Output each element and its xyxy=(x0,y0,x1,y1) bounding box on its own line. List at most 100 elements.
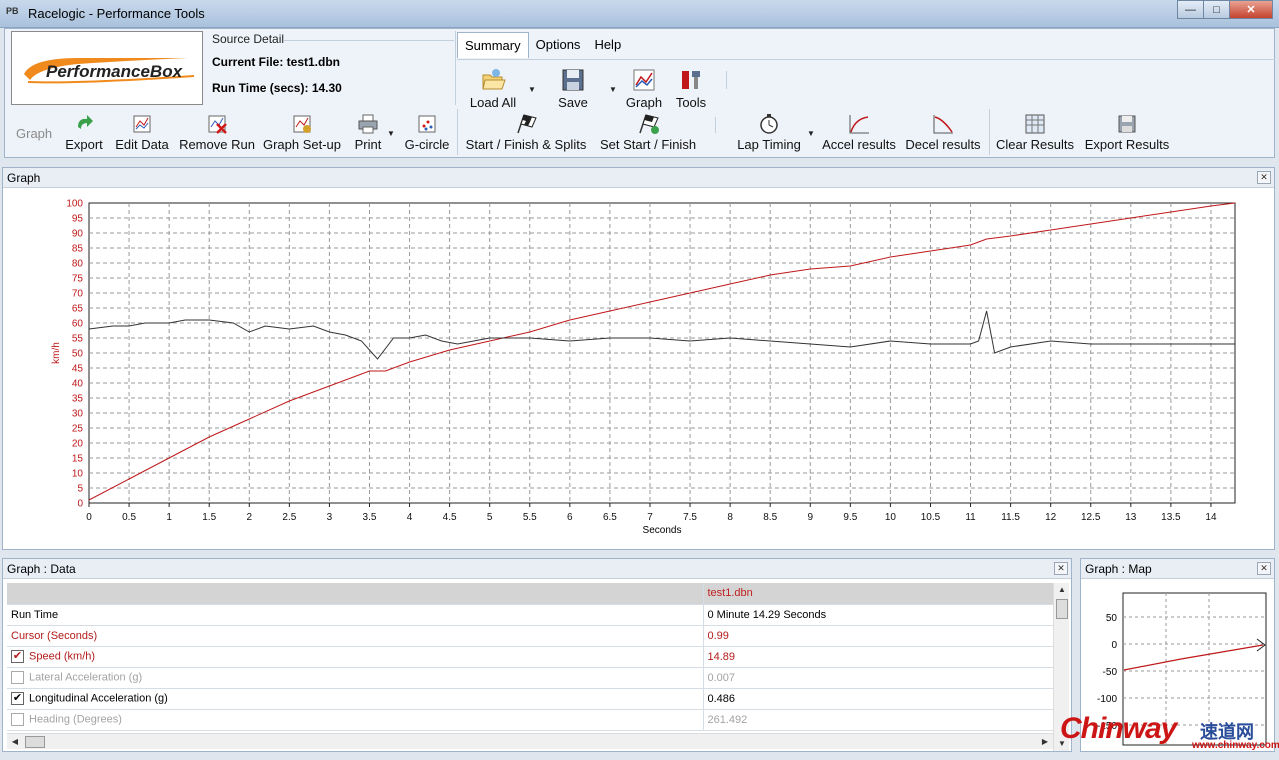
remove-run-button[interactable]: Remove Run xyxy=(177,113,257,152)
tab-help[interactable]: Help xyxy=(587,32,628,58)
checkbox-heading[interactable] xyxy=(11,713,24,726)
x-tick-label: 0 xyxy=(86,512,92,523)
edit-data-icon xyxy=(133,115,151,133)
g-circle-button[interactable]: G-circle xyxy=(401,113,453,152)
export-button[interactable]: Export xyxy=(61,113,107,152)
print-button[interactable]: Print xyxy=(349,113,387,152)
checkbox-speed[interactable]: ✔ xyxy=(11,650,24,663)
scroll-thumb[interactable] xyxy=(25,736,45,748)
load-all-button[interactable]: Load All xyxy=(465,67,521,110)
x-tick-label: 7.5 xyxy=(683,512,697,523)
tab-summary[interactable]: Summary xyxy=(457,32,529,58)
data-panel-title: Graph : Data xyxy=(7,562,76,576)
table-row[interactable]: Run Time 0 Minute 14.29 Seconds xyxy=(7,604,1053,626)
map-y-tick: -50 xyxy=(1103,667,1118,678)
y-tick-label: 80 xyxy=(72,259,84,270)
clear-results-button[interactable]: Clear Results xyxy=(995,113,1075,152)
divider xyxy=(726,71,727,89)
x-tick-label: 13 xyxy=(1125,512,1137,523)
x-tick-label: 11 xyxy=(965,512,976,523)
floppy-disk-icon xyxy=(562,69,584,91)
x-tick-label: 8 xyxy=(727,512,733,523)
data-panel-header: Graph : Data ✕ xyxy=(3,559,1071,579)
table-row[interactable]: Cursor (Seconds) 0.99 xyxy=(7,625,1053,647)
graph-group-label: Graph xyxy=(16,126,53,141)
table-header-row: test1.dbn xyxy=(7,583,1053,605)
scroll-right-icon[interactable]: ▶ xyxy=(1037,734,1053,750)
table-row[interactable]: ✔ Longitudinal Acceleration (g) 0.486 xyxy=(7,688,1053,710)
export-arrow-icon xyxy=(78,115,93,129)
app-icon: PB xyxy=(6,6,19,16)
clear-results-icon xyxy=(1025,114,1045,134)
x-tick-label: 3.5 xyxy=(363,512,377,523)
y-tick-label: 10 xyxy=(72,469,84,480)
checkbox-lateral-acceleration[interactable] xyxy=(11,671,24,684)
divider xyxy=(457,59,1275,60)
x-tick-label: 4.5 xyxy=(443,512,457,523)
export-results-label: Export Results xyxy=(1084,137,1170,152)
row-name: Longitudinal Acceleration (g) xyxy=(29,692,168,705)
tools-button[interactable]: Tools xyxy=(670,67,712,110)
graph-panel: Graph ✕ 0 5 10 15 20 25 30 35 40 45 50 55 60 65 70 75 80… xyxy=(2,167,1275,550)
y-tick-label: 0 xyxy=(77,499,83,510)
graph-label: Graph xyxy=(625,95,663,110)
divider xyxy=(457,109,458,155)
x-tick-label: 8.5 xyxy=(763,512,777,523)
dropdown-arrow-icon[interactable]: ▼ xyxy=(807,129,815,138)
scroll-left-icon[interactable]: ◀ xyxy=(7,734,23,750)
x-tick-label: 5 xyxy=(487,512,493,523)
graph-button[interactable]: Graph xyxy=(623,67,665,110)
accel-results-button[interactable]: Accel results xyxy=(819,113,899,152)
data-panel-close-button[interactable]: ✕ xyxy=(1054,562,1068,575)
export-results-button[interactable]: Export Results xyxy=(1081,113,1173,152)
scroll-thumb[interactable] xyxy=(1056,599,1068,619)
checkbox-longitudinal-acceleration[interactable]: ✔ xyxy=(11,692,24,705)
dropdown-arrow-icon[interactable]: ▼ xyxy=(609,85,617,94)
run-time-label: Run Time (secs): xyxy=(212,81,312,95)
set-start-finish-button[interactable]: Set Start / Finish xyxy=(595,113,701,152)
start-finish-splits-button[interactable]: Start / Finish & Splits xyxy=(463,113,589,152)
y-tick-label: 25 xyxy=(72,424,84,435)
save-button[interactable]: Save xyxy=(552,67,594,110)
x-tick-label: 4 xyxy=(407,512,413,523)
decel-results-button[interactable]: Decel results xyxy=(903,113,983,152)
data-table: test1.dbn Run Time 0 Minute 14.29 Second… xyxy=(7,583,1053,731)
tab-options[interactable]: Options xyxy=(529,32,588,58)
lap-timing-button[interactable]: Lap Timing xyxy=(731,113,807,152)
graph-setup-button[interactable]: Graph Set-up xyxy=(261,113,343,152)
y-tick-label: 100 xyxy=(66,199,83,210)
y-tick-label: 45 xyxy=(72,364,84,375)
maximize-button[interactable]: □ xyxy=(1203,0,1230,19)
table-row[interactable]: ✔ Speed (km/h) 14.89 xyxy=(7,646,1053,668)
y-tick-label: 15 xyxy=(72,454,84,465)
row-name: Heading (Degrees) xyxy=(29,713,122,726)
horizontal-scrollbar[interactable]: ◀ ▶ xyxy=(7,733,1053,749)
map-panel-close-button[interactable]: ✕ xyxy=(1257,562,1271,575)
row-value: 0.486 xyxy=(703,688,1053,710)
y-tick-label: 5 xyxy=(77,484,83,495)
scroll-up-icon[interactable]: ▲ xyxy=(1054,583,1070,597)
data-panel: Graph : Data ✕ test1.dbn Run Time 0 Minu… xyxy=(2,558,1072,752)
table-row[interactable]: Lateral Acceleration (g) 0.007 xyxy=(7,667,1053,689)
title-bar: PB Racelogic - Performance Tools — □ ✕ xyxy=(0,0,1279,28)
row-name-cell: ✔ Speed (km/h) xyxy=(7,646,704,668)
row-name: Speed (km/h) xyxy=(29,650,96,663)
dropdown-arrow-icon[interactable]: ▼ xyxy=(528,85,536,94)
window-controls: — □ ✕ xyxy=(1177,0,1273,19)
dropdown-arrow-icon[interactable]: ▼ xyxy=(387,129,395,138)
y-tick-label: 55 xyxy=(72,334,84,345)
close-button[interactable]: ✕ xyxy=(1229,0,1273,19)
edit-data-label: Edit Data xyxy=(115,137,169,152)
y-tick-label: 35 xyxy=(72,394,84,405)
x-tick-label: 0.5 xyxy=(122,512,136,523)
x-tick-label: 1.5 xyxy=(202,512,216,523)
map-panel-title: Graph : Map xyxy=(1085,562,1152,576)
x-tick-label: 1 xyxy=(166,512,172,523)
y-axis-title: km/h xyxy=(51,342,62,364)
minimize-button[interactable]: — xyxy=(1177,0,1204,19)
table-row[interactable]: Heading (Degrees) 261.492 xyxy=(7,709,1053,731)
x-tick-label: 3 xyxy=(327,512,333,523)
speed-chart[interactable]: 0510152025303540455055606570758085909510… xyxy=(3,168,1274,549)
x-tick-label: 2 xyxy=(246,512,252,523)
edit-data-button[interactable]: Edit Data xyxy=(111,113,173,152)
